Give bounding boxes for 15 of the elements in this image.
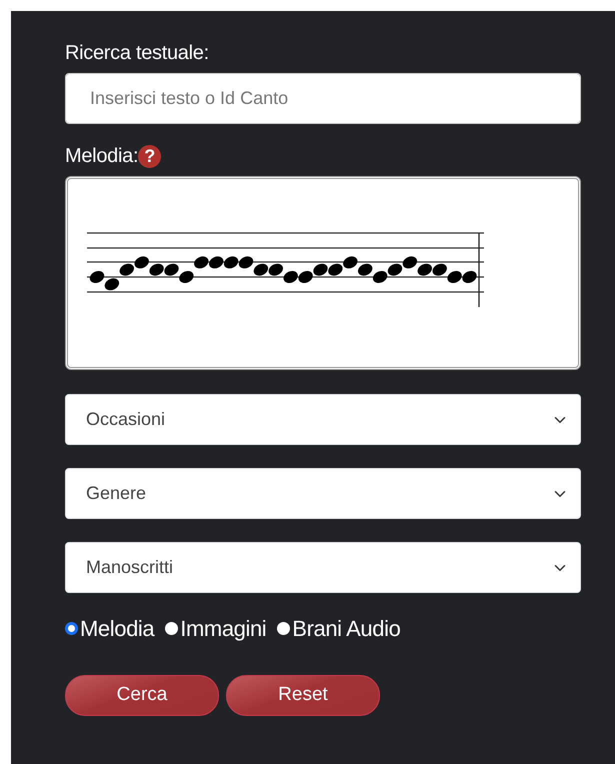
radio-button[interactable] — [277, 622, 290, 635]
text-search-label: Ricerca testuale: — [65, 41, 210, 65]
radio-label[interactable]: Brani Audio — [292, 612, 400, 645]
radio-label[interactable]: Immagini — [180, 612, 266, 645]
search-button[interactable]: Cerca — [65, 675, 219, 716]
dropdown[interactable]: Occasioni — [65, 394, 581, 445]
radio-button[interactable] — [165, 622, 178, 635]
help-icon[interactable]: ? — [138, 144, 162, 168]
melody-label: Melodia: — [65, 144, 138, 168]
text-search-field[interactable]: Inserisci testo o Id Canto — [65, 73, 581, 124]
dropdown[interactable]: Manoscritti — [65, 542, 581, 593]
radio-button[interactable] — [65, 622, 78, 635]
radio-label[interactable]: Melodia — [80, 612, 154, 645]
dropdown[interactable]: Genere — [65, 468, 581, 519]
reset-button[interactable]: Reset — [226, 675, 380, 716]
